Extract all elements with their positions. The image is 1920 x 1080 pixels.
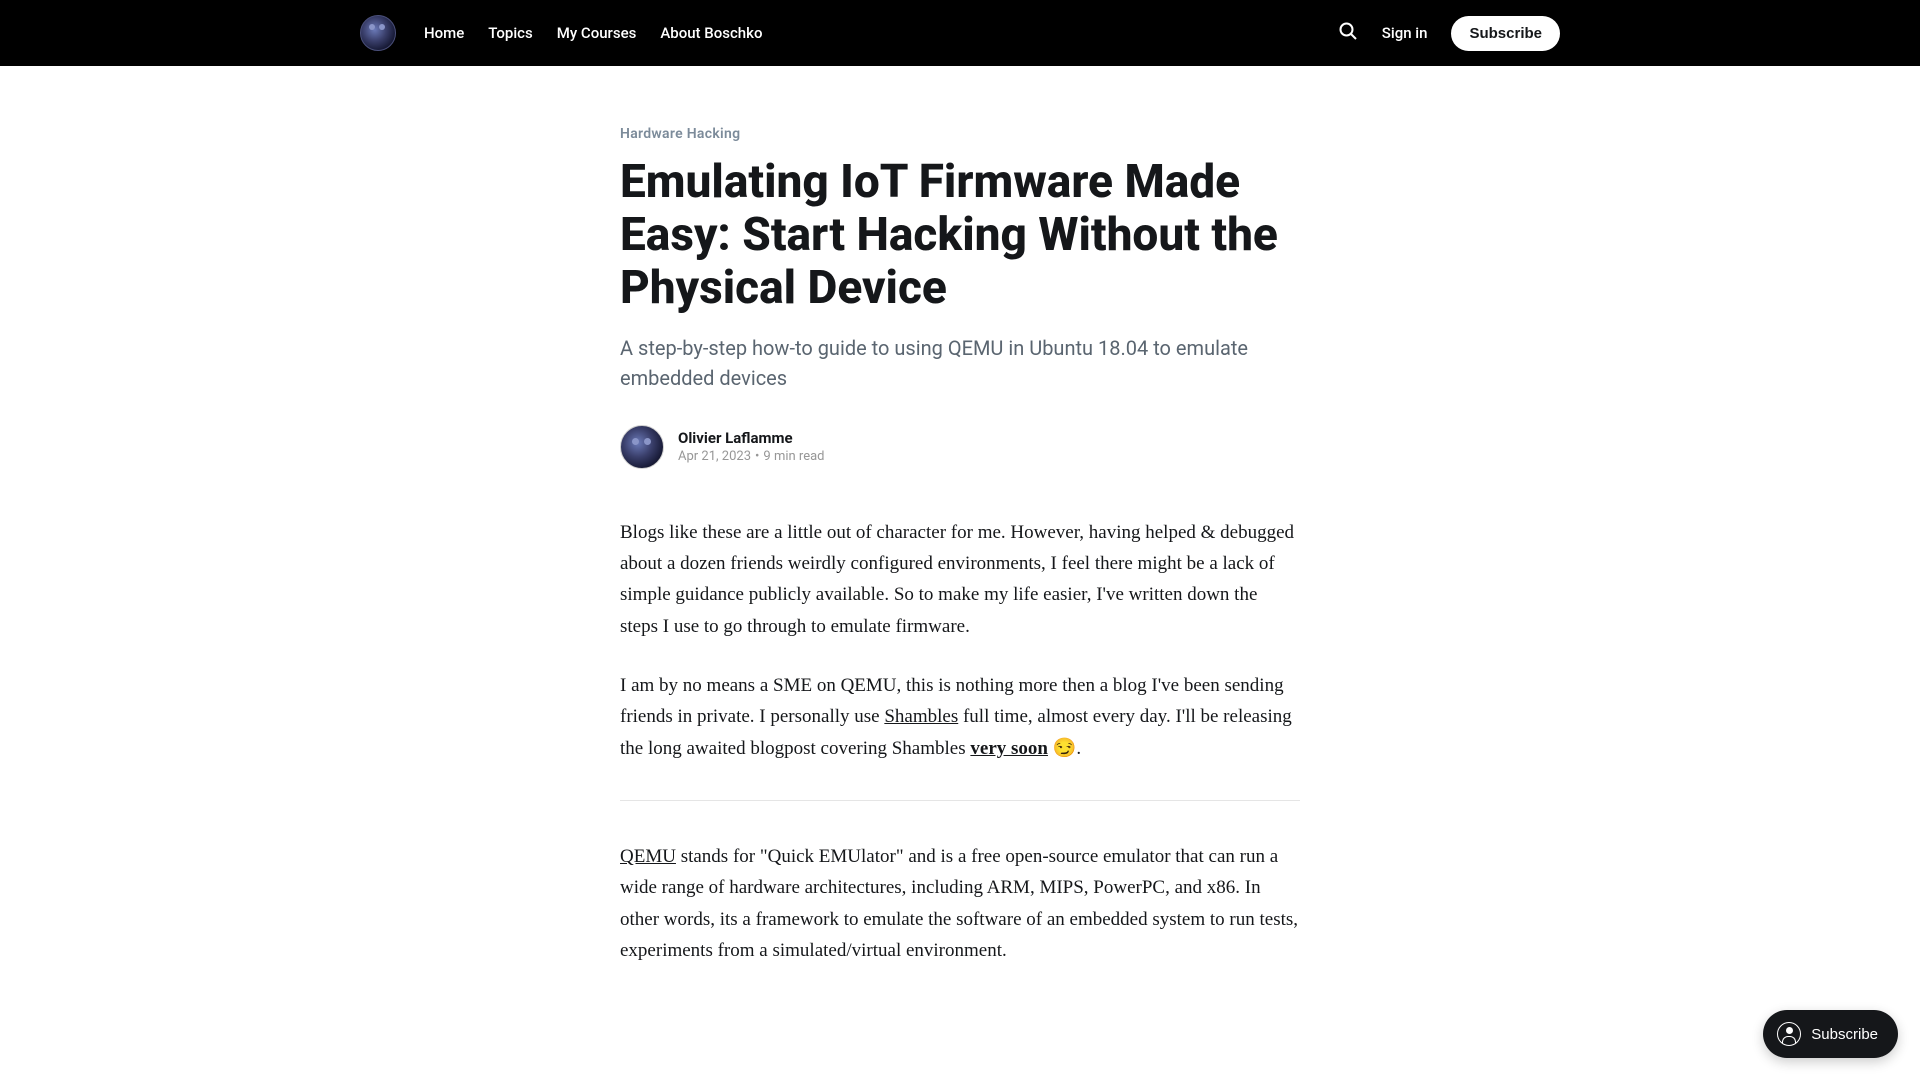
signin-link[interactable]: Sign in: [1382, 24, 1428, 42]
primary-nav: Home Topics My Courses About Boschko: [424, 24, 762, 42]
article-meta: Apr 21, 2023 • 9 min read: [678, 449, 825, 464]
article: Hardware Hacking Emulating IoT Firmware …: [600, 66, 1320, 966]
nav-my-courses[interactable]: My Courses: [557, 24, 637, 42]
subscribe-button[interactable]: Subscribe: [1451, 16, 1560, 51]
read-time: 9 min read: [763, 449, 824, 464]
portal-label: Subscribe: [1811, 1026, 1878, 1043]
article-subtitle: A step-by-step how-to guide to using QEM…: [620, 333, 1300, 393]
nav-home[interactable]: Home: [424, 24, 464, 42]
nav-topics[interactable]: Topics: [488, 24, 532, 42]
article-content: Blogs like these are a little out of cha…: [620, 517, 1300, 967]
header-left: Home Topics My Courses About Boschko: [360, 15, 762, 51]
nav-about[interactable]: About Boschko: [660, 24, 762, 42]
paragraph: QEMU stands for "Quick EMUlator" and is …: [620, 841, 1300, 966]
paragraph: Blogs like these are a little out of cha…: [620, 517, 1300, 642]
header-inner: Home Topics My Courses About Boschko Sig…: [360, 15, 1560, 51]
byline: Olivier Laflamme Apr 21, 2023 • 9 min read: [620, 425, 1300, 469]
qemu-link[interactable]: QEMU: [620, 846, 676, 867]
meta-separator: •: [755, 449, 759, 464]
header-right: Sign in Subscribe: [1338, 16, 1560, 51]
byline-text: Olivier Laflamme Apr 21, 2023 • 9 min read: [678, 429, 825, 464]
user-icon: [1777, 1022, 1801, 1046]
site-header: Home Topics My Courses About Boschko Sig…: [0, 0, 1920, 66]
section-divider: [620, 800, 1300, 801]
category-link[interactable]: Hardware Hacking: [620, 126, 1300, 142]
portal-subscribe-button[interactable]: Subscribe: [1763, 1010, 1898, 1058]
author-name[interactable]: Olivier Laflamme: [678, 429, 825, 447]
article-title: Emulating IoT Firmware Made Easy: Start …: [620, 156, 1300, 315]
text: stands for "Quick EMUlator" and is a fre…: [620, 846, 1298, 961]
publish-date: Apr 21, 2023: [678, 449, 751, 464]
author-avatar[interactable]: [620, 425, 664, 469]
shambles-link[interactable]: Shambles: [884, 706, 958, 727]
text: 😏.: [1048, 738, 1081, 759]
site-logo[interactable]: [360, 15, 396, 51]
emphasis: very soon: [970, 738, 1048, 759]
search-icon[interactable]: [1338, 21, 1358, 45]
paragraph: I am by no means a SME on QEMU, this is …: [620, 670, 1300, 764]
